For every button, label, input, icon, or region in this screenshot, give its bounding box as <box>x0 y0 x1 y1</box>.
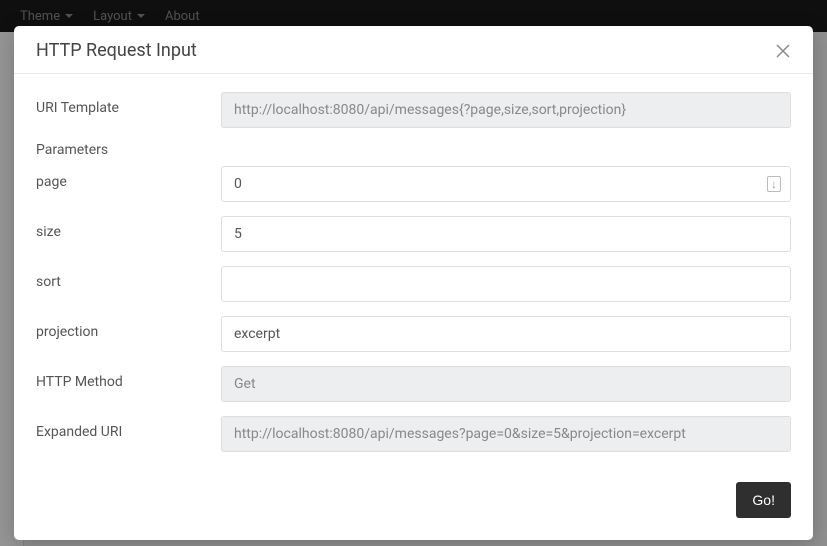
http-request-input-modal: HTTP Request Input URI Template Paramete… <box>14 26 813 540</box>
modal-body: URI Template Parameters page ↓ size sort <box>14 74 813 472</box>
row-expanded-uri: Expanded URI <box>36 416 791 452</box>
row-parameters-header: Parameters <box>36 142 791 158</box>
go-button[interactable]: Go! <box>736 482 791 518</box>
label-http-method: HTTP Method <box>36 366 221 390</box>
http-method-field <box>221 366 791 402</box>
label-expanded-uri: Expanded URI <box>36 416 221 440</box>
expanded-uri-field <box>221 416 791 452</box>
projection-input[interactable] <box>221 316 791 352</box>
label-projection: projection <box>36 316 221 340</box>
modal-title: HTTP Request Input <box>36 40 197 61</box>
row-sort: sort <box>36 266 791 302</box>
uri-template-field <box>221 92 791 128</box>
modal-header: HTTP Request Input <box>14 26 813 74</box>
label-size: size <box>36 216 221 240</box>
close-icon <box>775 43 791 59</box>
page-input[interactable] <box>221 166 791 202</box>
sort-input[interactable] <box>221 266 791 302</box>
size-input[interactable] <box>221 216 791 252</box>
label-sort: sort <box>36 266 221 290</box>
row-uri-template: URI Template <box>36 92 791 128</box>
close-button[interactable] <box>775 43 791 59</box>
label-page: page <box>36 166 221 190</box>
label-parameters: Parameters <box>36 142 791 158</box>
modal-footer: Go! <box>14 472 813 540</box>
row-projection: projection <box>36 316 791 352</box>
row-http-method: HTTP Method <box>36 366 791 402</box>
row-page: page ↓ <box>36 166 791 202</box>
label-uri-template: URI Template <box>36 92 221 116</box>
row-size: size <box>36 216 791 252</box>
